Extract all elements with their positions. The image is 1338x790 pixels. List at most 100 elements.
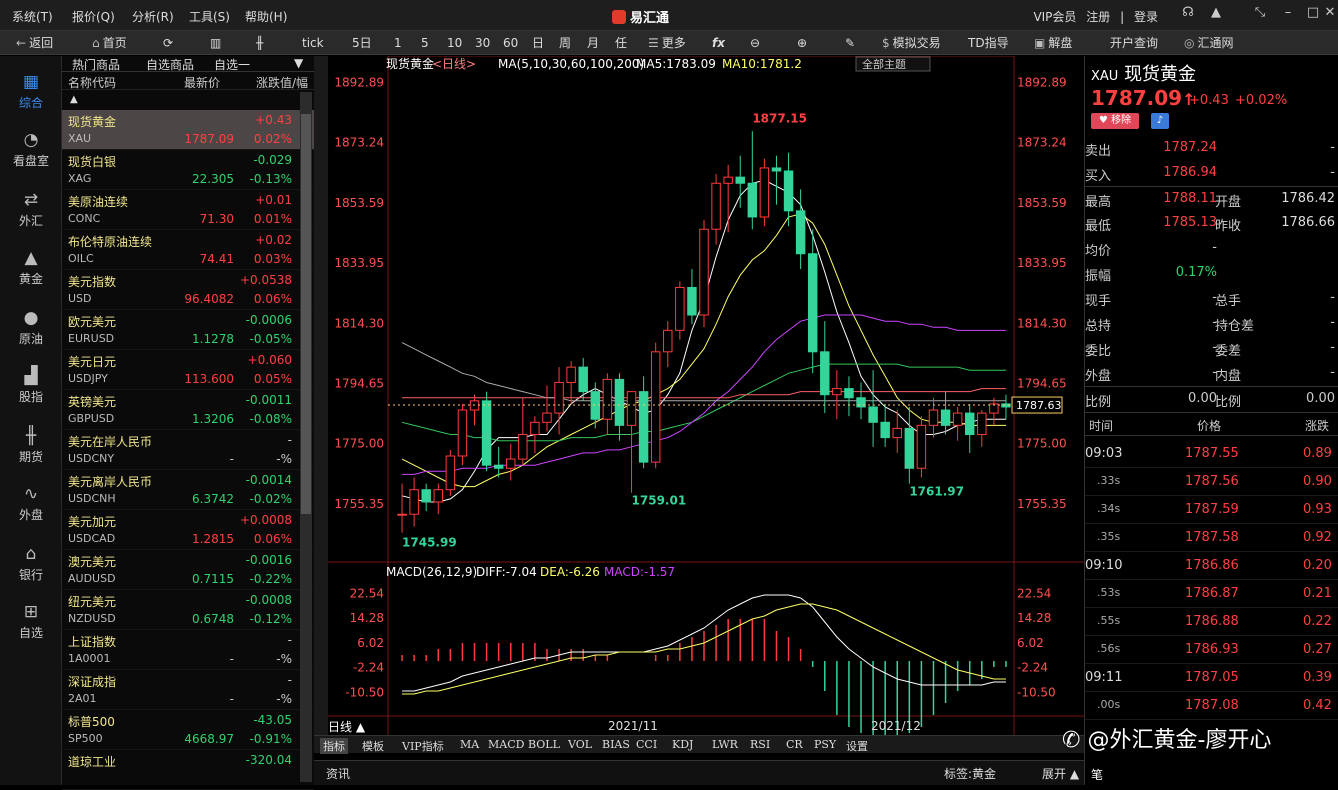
indicator-tab[interactable]: VOL xyxy=(568,738,592,751)
note-tab[interactable]: 笔 xyxy=(1091,766,1103,783)
expand-button[interactable]: 展开 ▲ xyxy=(1042,765,1079,782)
watchlist-row[interactable]: 英镑美元 GBPUSD 1.3206 -0.0011 -0.08% xyxy=(62,390,314,430)
indicator-tab[interactable]: 指标 xyxy=(320,738,348,754)
draw-pen-icon[interactable]: ✎ xyxy=(845,34,855,52)
kline-chart[interactable]: 1892.89 1892.89 1873.24 1873.24 1853.59 1853.… xyxy=(314,55,1084,739)
candlestick-icon[interactable]: ╫ xyxy=(256,34,263,52)
period-any-button[interactable]: 任 xyxy=(615,34,627,52)
period-5m-button[interactable]: 5 xyxy=(421,34,429,52)
formula-icon[interactable]: fx xyxy=(712,34,725,52)
tab-custom-one[interactable]: 自选一 xyxy=(214,56,250,73)
menu-tools[interactable]: 工具(S) xyxy=(189,8,230,25)
nav-forex[interactable]: ⇄ 外汇 xyxy=(0,182,62,238)
watchlist-row[interactable]: 深证成指 2A01 - - -% xyxy=(62,670,314,710)
jiepan-button[interactable]: ▣ 解盘 xyxy=(1034,34,1072,52)
watchlist-row[interactable]: 澳元美元 AUDUSD 0.7115 -0.0016 -0.22% xyxy=(62,550,314,590)
skin-icon[interactable]: ▲ xyxy=(1208,5,1224,21)
chevron-down-icon[interactable]: ▼ xyxy=(294,56,303,70)
watchlist-row[interactable]: 欧元美元 EURUSD 1.1278 -0.0006 -0.05% xyxy=(62,310,314,350)
menu-quote[interactable]: 报价(Q) xyxy=(72,8,115,25)
td-guide-button[interactable]: TD指导 xyxy=(968,34,1009,52)
sort-up-icon[interactable]: ▲ xyxy=(70,94,78,105)
indicator-tab[interactable]: RSI xyxy=(750,738,770,751)
col-price[interactable]: 最新价 xyxy=(184,74,220,91)
zoom-in-icon[interactable]: ⊕ xyxy=(797,34,807,52)
indicator-tab[interactable]: MACD xyxy=(488,738,524,751)
watchlist-row[interactable]: 道琼工业 -320.04 xyxy=(62,750,314,790)
nav-oil[interactable]: ● 原油 xyxy=(0,300,62,356)
scroll-thumb[interactable] xyxy=(301,114,311,514)
period-10m-button[interactable]: 10 xyxy=(447,34,462,52)
watchlist-row[interactable]: 标普500 SP500 4668.97 -43.05 -0.91% xyxy=(62,710,314,750)
info-tab[interactable]: 资讯 xyxy=(326,765,350,782)
indicator-tab[interactable]: MA xyxy=(460,738,479,751)
restore-icon[interactable]: ⤡ xyxy=(1252,5,1268,21)
watchlist-row[interactable]: 上证指数 1A0001 - - -% xyxy=(62,630,314,670)
nav-bank[interactable]: ⌂ 银行 xyxy=(0,536,62,592)
tab-custom[interactable]: 自选商品 xyxy=(146,56,194,73)
home-button[interactable]: ⌂ 首页 xyxy=(92,34,127,52)
nav-comprehensive[interactable]: ▦ 综合 xyxy=(0,64,62,120)
minimize-icon[interactable]: – xyxy=(1280,5,1296,21)
col-change[interactable]: 涨跌值/幅 xyxy=(256,74,308,91)
indicator-tab[interactable]: VIP指标 xyxy=(402,738,444,754)
huitong-button[interactable]: ◎ 汇通网 xyxy=(1184,34,1234,52)
watchlist-row[interactable]: 现货白银 XAG 22.305 -0.029 -0.13% xyxy=(62,150,314,190)
watchlist-row[interactable]: 美元日元 USDJPY 113.600 +0.060 0.05% xyxy=(62,350,314,390)
remove-favorite-button[interactable]: ♥ 移除 xyxy=(1091,113,1139,129)
nav-gold[interactable]: ▲ 黄金 xyxy=(0,240,62,296)
indicator-tab[interactable]: BOLL xyxy=(528,738,560,751)
indicator-tab[interactable]: CCI xyxy=(636,738,657,751)
alert-bell-icon[interactable]: ♪ xyxy=(1151,113,1169,129)
col-name[interactable]: 名称代码 xyxy=(68,74,116,91)
more-button[interactable]: ☰ 更多 xyxy=(648,34,686,52)
period-month-button[interactable]: 月 xyxy=(587,34,599,52)
nav-foreign[interactable]: ∿ 外盘 xyxy=(0,476,62,532)
period-5d-button[interactable]: 5日 xyxy=(352,34,372,52)
chart-sidebar[interactable] xyxy=(314,56,328,736)
indicator-tab[interactable]: CR xyxy=(786,738,803,751)
period-30m-button[interactable]: 30 xyxy=(475,34,490,52)
menu-system[interactable]: 系统(T) xyxy=(12,8,53,25)
watchlist-row[interactable]: 纽元美元 NZDUSD 0.6748 -0.0008 -0.12% xyxy=(62,590,314,630)
watchlist-row[interactable]: 美元指数 USD 96.4082 +0.0538 0.06% xyxy=(62,270,314,310)
watchlist-scrollbar[interactable] xyxy=(300,92,312,782)
menu-analysis[interactable]: 分析(R) xyxy=(132,8,174,25)
register-link[interactable]: 注册 xyxy=(1086,10,1110,24)
maximize-icon[interactable]: □ xyxy=(1305,5,1321,21)
period-60m-button[interactable]: 60 xyxy=(503,34,518,52)
nav-futures[interactable]: ╫ 期货 xyxy=(0,418,62,474)
watchlist-row[interactable]: 美元离岸人民币 USDCNH 6.3742 -0.0014 -0.02% xyxy=(62,470,314,510)
period-week-button[interactable]: 周 xyxy=(559,34,571,52)
indicator-tab[interactable]: 设置 xyxy=(846,738,868,754)
refresh-icon[interactable]: ⟳ xyxy=(163,34,173,52)
period-day-button[interactable]: 日 xyxy=(532,34,544,52)
nav-watchroom[interactable]: ◔ 看盘室 xyxy=(0,122,62,178)
menu-help[interactable]: 帮助(H) xyxy=(245,8,287,25)
watchlist-row[interactable]: 现货黄金 XAU 1787.09 +0.43 0.02% xyxy=(62,110,314,150)
headset-icon[interactable]: ☊ xyxy=(1180,5,1196,21)
indicator-tab[interactable]: LWR xyxy=(712,738,738,751)
nav-custom[interactable]: ⊞ 自选 xyxy=(0,594,62,650)
close-icon[interactable]: ✕ xyxy=(1322,5,1338,21)
watchlist-row[interactable]: 美元在岸人民币 USDCNY - - -% xyxy=(62,430,314,470)
indicator-tab[interactable]: 模板 xyxy=(362,738,384,754)
bar-chart-icon[interactable]: ▥ xyxy=(210,34,221,52)
indicator-tab[interactable]: PSY xyxy=(814,738,836,751)
sim-trade-button[interactable]: $ 模拟交易 xyxy=(882,34,941,52)
back-button[interactable]: ← 返回 xyxy=(16,34,53,52)
tab-hot[interactable]: 热门商品 xyxy=(72,56,120,73)
watchlist-row[interactable]: 美元加元 USDCAD 1.2815 +0.0008 0.06% xyxy=(62,510,314,550)
vip-link[interactable]: VIP会员 xyxy=(1033,10,1076,24)
tick-button[interactable]: tick xyxy=(302,34,324,52)
period-1m-button[interactable]: 1 xyxy=(394,34,402,52)
watchlist-row[interactable]: 布伦特原油连续 OILC 74.41 +0.02 0.03% xyxy=(62,230,314,270)
period-selector[interactable]: 日线 ▲ xyxy=(328,720,366,734)
nav-index[interactable]: ▟ 股指 xyxy=(0,358,62,414)
login-link[interactable]: 登录 xyxy=(1134,10,1158,24)
account-query-button[interactable]: 开户查询 xyxy=(1110,34,1158,52)
watchlist-row[interactable]: 美原油连续 CONC 71.30 +0.01 0.01% xyxy=(62,190,314,230)
zoom-out-icon[interactable]: ⊖ xyxy=(750,34,760,52)
indicator-tab[interactable]: BIAS xyxy=(602,738,630,751)
indicator-tab[interactable]: KDJ xyxy=(672,738,693,751)
